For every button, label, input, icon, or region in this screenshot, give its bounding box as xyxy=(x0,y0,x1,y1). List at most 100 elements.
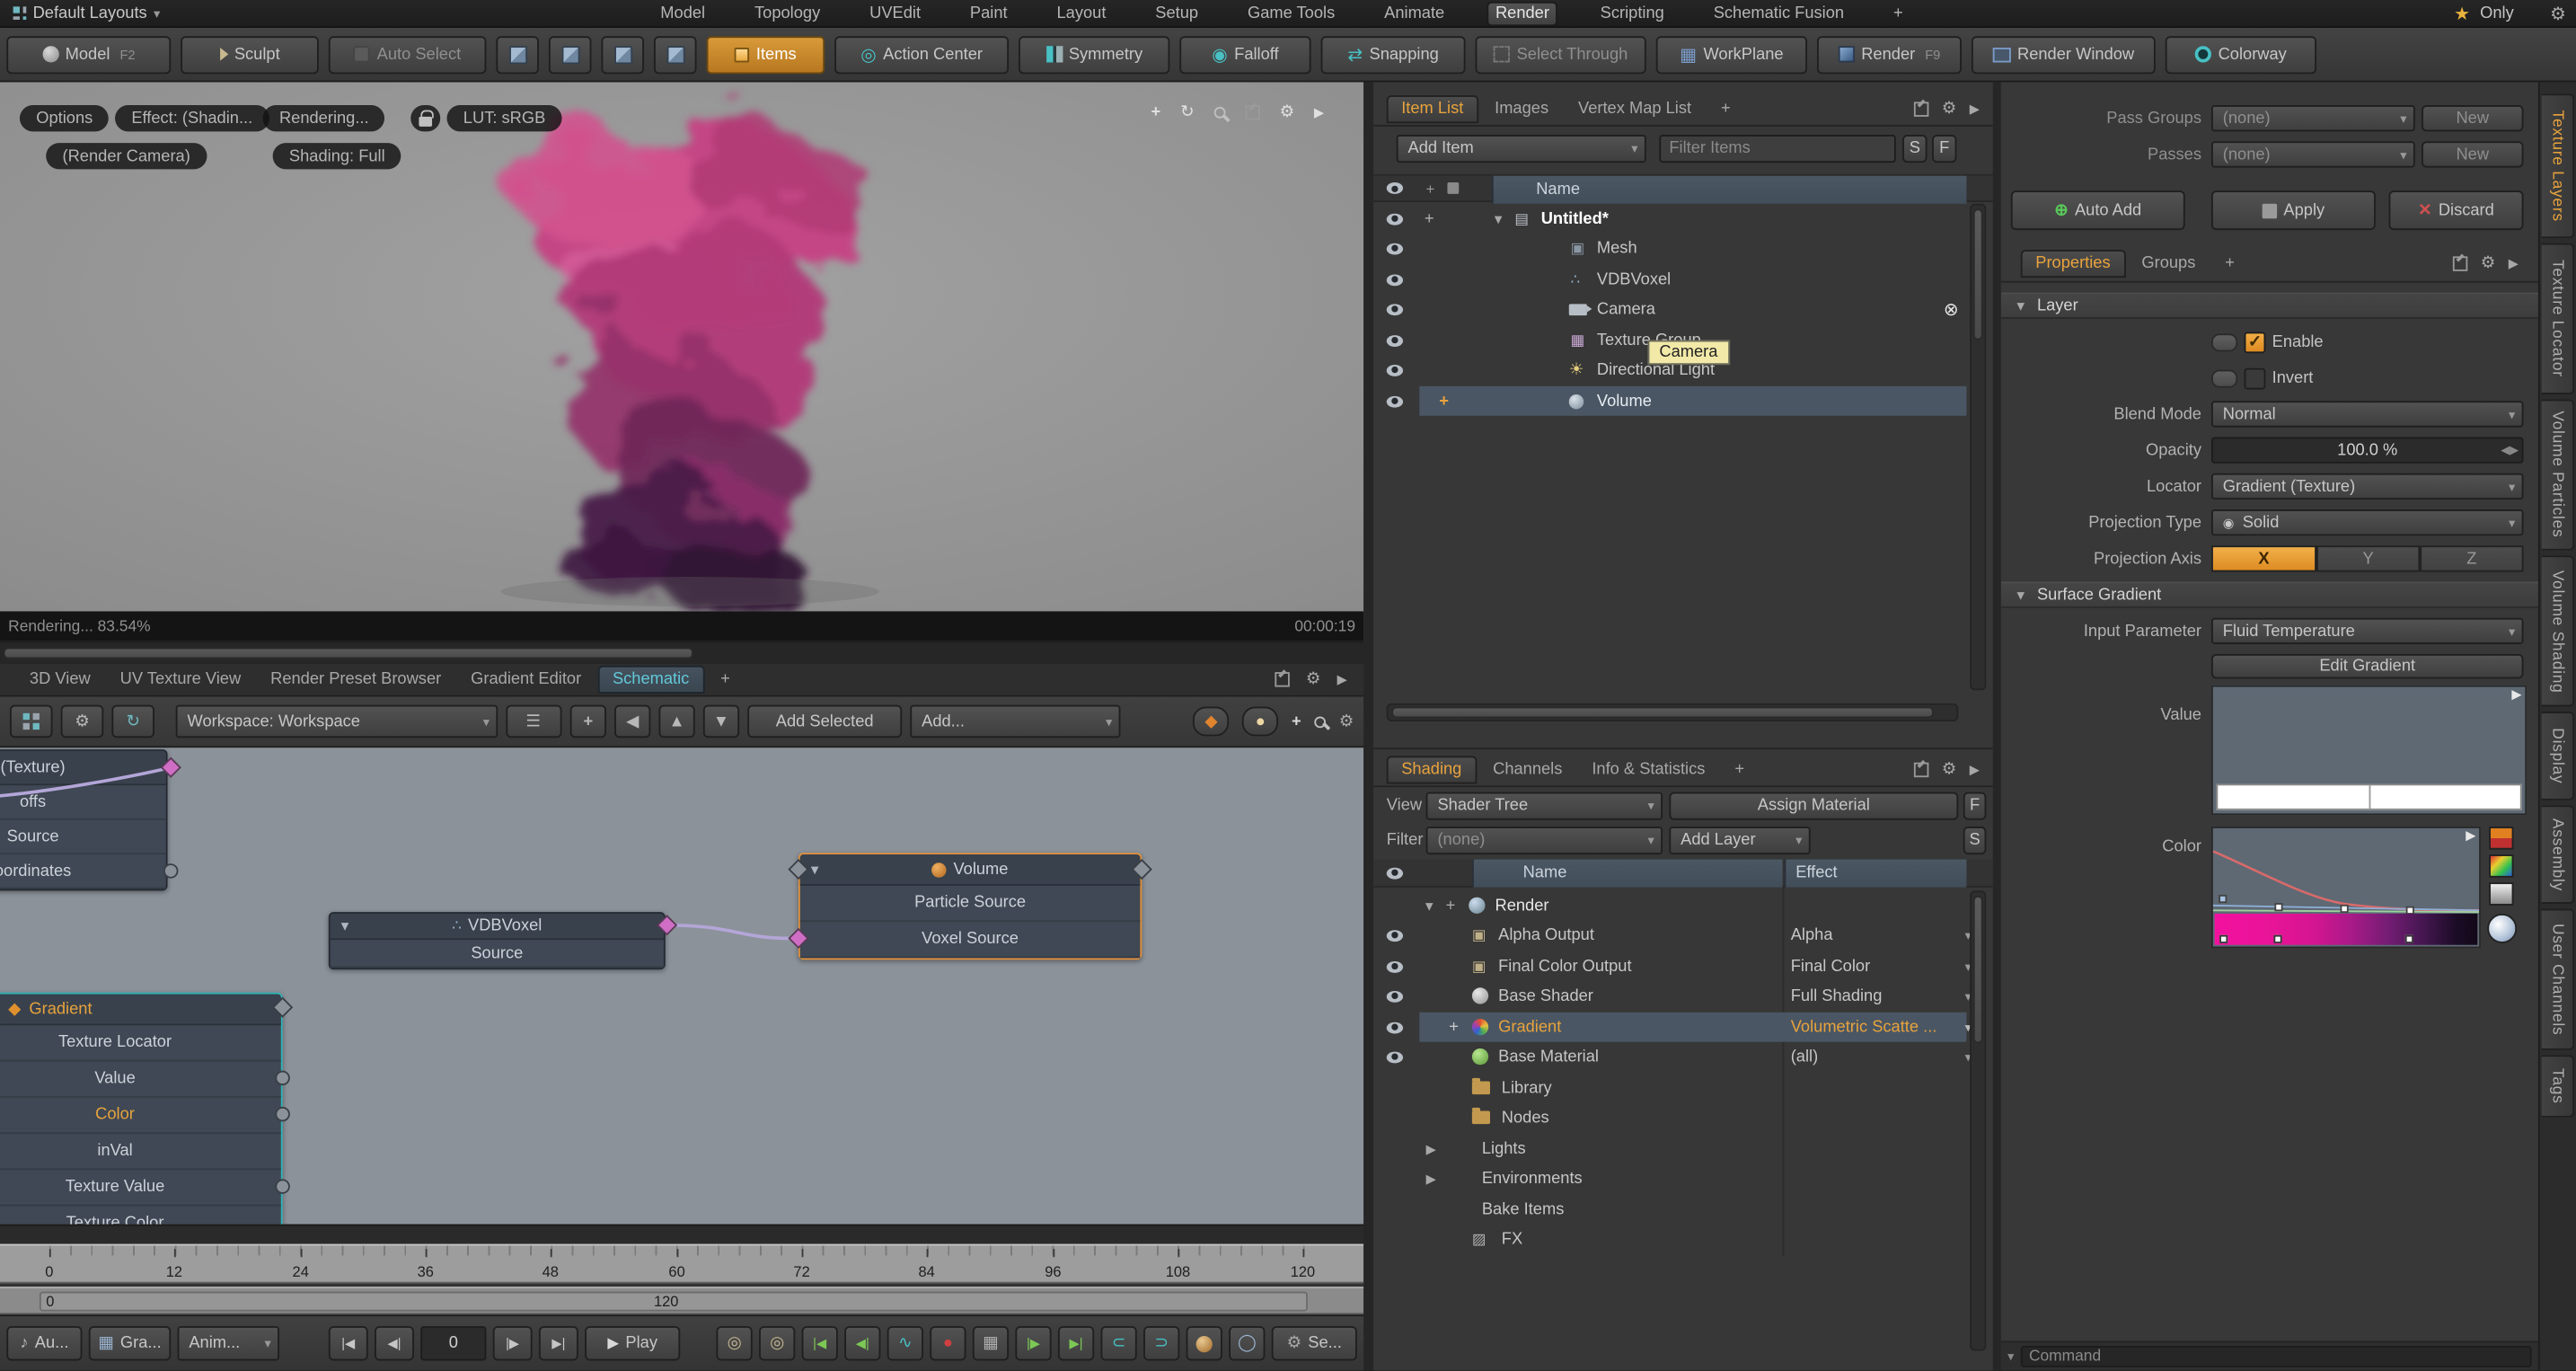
menu-tab-layout[interactable]: Layout xyxy=(1050,3,1113,24)
eye-icon[interactable] xyxy=(1387,243,1403,254)
color-swatch-spectrum[interactable] xyxy=(2489,854,2513,878)
gradient-key-marker[interactable] xyxy=(2405,935,2413,943)
color-gradient-bar[interactable] xyxy=(2215,914,2478,945)
colorway-button[interactable]: Colorway xyxy=(2166,35,2316,73)
constraint-button[interactable]: ⊃ xyxy=(1143,1326,1179,1360)
item-row-volume[interactable]: + Volume xyxy=(1373,386,1993,416)
tab-schematic[interactable]: Schematic xyxy=(597,666,703,694)
axis-x-button[interactable]: X xyxy=(2211,545,2316,571)
eye-icon[interactable] xyxy=(1387,1022,1403,1033)
divider[interactable] xyxy=(1363,82,1373,1370)
assign-material-button[interactable]: Assign Material xyxy=(1669,792,1958,820)
eye-icon[interactable] xyxy=(1387,929,1403,941)
viewport-camera-button[interactable]: (Render Camera) xyxy=(46,143,207,169)
auto-add-button[interactable]: ⊕ Auto Add xyxy=(2011,190,2185,230)
tab-item-list[interactable]: Item List xyxy=(1387,94,1478,122)
zoom-icon[interactable] xyxy=(1213,107,1225,119)
item-list-vscroll[interactable] xyxy=(1970,204,1986,690)
viewport-lut-button[interactable]: LUT: sRGB xyxy=(447,105,562,131)
record-button[interactable]: ● xyxy=(930,1326,966,1360)
color-gradient-widget[interactable]: ▶ xyxy=(2211,827,2481,948)
shader-row-final-color-output[interactable]: ▣ Final Color Output Final Color ▾ xyxy=(1373,951,1993,981)
graph-editor-button[interactable]: ▦Gra... xyxy=(89,1326,171,1360)
value-expand-icon[interactable]: ▶ xyxy=(2511,687,2521,702)
prev-key-button[interactable]: |◀ xyxy=(802,1326,838,1360)
tab-3d-view[interactable]: 3D View xyxy=(16,666,103,694)
eye-icon[interactable] xyxy=(1387,334,1403,346)
item-row-mesh[interactable]: ▣ Mesh xyxy=(1373,234,1993,263)
layer-section-header[interactable]: ▼ Layer xyxy=(2001,293,2538,319)
effect-value[interactable]: Full Shading xyxy=(1791,986,1883,1004)
opacity-field[interactable]: 100.0 % ◀▶ xyxy=(2211,438,2524,464)
passes-new-button[interactable]: New xyxy=(2422,141,2523,167)
action-center-button[interactable]: ◎ Action Center xyxy=(834,35,1009,73)
next-key-button[interactable]: |▶ xyxy=(1015,1326,1051,1360)
tab-properties[interactable]: Properties xyxy=(2021,250,2125,278)
item-list-hscroll[interactable] xyxy=(1387,703,1959,721)
surface-gradient-section-header[interactable]: ▼ Surface Gradient xyxy=(2001,582,2538,608)
mode-sculpt-button[interactable]: Sculpt xyxy=(181,35,319,73)
viewport-options-button[interactable]: Options xyxy=(20,105,110,131)
expander-icon[interactable]: ▶ xyxy=(1426,1171,1436,1185)
eye-icon[interactable] xyxy=(1387,990,1403,1002)
falloff-button[interactable]: ◉ Falloff xyxy=(1179,35,1310,73)
side-tab-tags[interactable]: Tags xyxy=(2542,1055,2575,1118)
shading-more-icon[interactable]: ▶ xyxy=(1970,762,1980,776)
shader-row-environments[interactable]: ▶ Environments xyxy=(1373,1163,1993,1193)
passes-dropdown[interactable]: (none) xyxy=(2211,141,2415,167)
tab-info-statistics[interactable]: Info & Statistics xyxy=(1579,755,1718,783)
apply-button[interactable]: Apply xyxy=(2211,190,2376,230)
value-gradient-marker[interactable] xyxy=(2369,785,2371,809)
color-swatch-gray[interactable] xyxy=(2489,882,2513,906)
goto-start-button[interactable]: |◀ xyxy=(329,1326,368,1360)
next-frame-key-button[interactable]: ▶| xyxy=(1058,1326,1094,1360)
side-tab-texture-locator[interactable]: Texture Locator xyxy=(2542,243,2575,394)
tab-channels[interactable]: Channels xyxy=(1479,755,1575,783)
step-back-button[interactable]: ◀| xyxy=(375,1326,414,1360)
pass-groups-new-button[interactable]: New xyxy=(2422,105,2523,131)
gear-icon[interactable]: ⚙ xyxy=(2550,3,2566,24)
actor-button[interactable]: ◯ xyxy=(1229,1326,1265,1360)
step-forward-button[interactable]: |▶ xyxy=(493,1326,533,1360)
shading-gear-icon[interactable]: ⚙ xyxy=(1942,760,1956,778)
filter-f-button[interactable]: F xyxy=(1932,135,1956,163)
viewport-gear-icon[interactable]: ⚙ xyxy=(1280,103,1294,121)
menu-tab-scripting[interactable]: Scripting xyxy=(1593,3,1671,24)
item-list-expand-icon[interactable] xyxy=(1914,101,1928,115)
layouts-dropdown[interactable]: Default Layouts ▾ xyxy=(0,0,173,26)
name-column-header[interactable]: Name xyxy=(1492,176,1967,204)
divider[interactable] xyxy=(1993,82,2001,1370)
name-column-header[interactable]: Name xyxy=(1472,860,1783,888)
item-row-vdbvoxel[interactable]: ∴ VDBVoxel xyxy=(1373,264,1993,294)
menu-tab-animate[interactable]: Animate xyxy=(1378,3,1451,24)
arrow-up-button[interactable]: ▲ xyxy=(658,705,694,739)
properties-more-icon[interactable]: ▶ xyxy=(2509,256,2519,270)
schematic-canvas[interactable]: (Texture) offs Source oordinates ▼ ∴ VDB… xyxy=(0,747,1363,1224)
select-vertex-button[interactable] xyxy=(496,35,539,73)
timeline-ruler[interactable]: 0 12 24 36 48 60 72 84 96 108 120 xyxy=(0,1244,1363,1284)
schematic-overlay-button[interactable] xyxy=(10,705,53,739)
menu-tab-game-tools[interactable]: Game Tools xyxy=(1241,3,1342,24)
sphere-tool-button[interactable] xyxy=(1187,1326,1222,1360)
menu-tab-uvedit[interactable]: UVEdit xyxy=(863,3,928,24)
select-polygon-button[interactable] xyxy=(601,35,644,73)
channel-haul-button[interactable]: ∿ xyxy=(887,1326,923,1360)
viewport-rendering-button[interactable]: Rendering... xyxy=(263,105,385,131)
menu-tab-setup[interactable]: Setup xyxy=(1149,3,1204,24)
shading-f-button[interactable]: F xyxy=(1963,792,1987,820)
gradient-key-marker[interactable] xyxy=(2219,935,2228,943)
gradient-key-marker[interactable] xyxy=(2273,935,2281,943)
shader-tree-dropdown[interactable]: Shader Tree xyxy=(1426,792,1663,820)
viewport-lock-button[interactable] xyxy=(410,105,440,131)
effect-value[interactable]: Final Color xyxy=(1791,957,1870,975)
schematic-refresh-button[interactable]: ↻ xyxy=(111,705,154,739)
workplane-button[interactable]: ▦ WorkPlane xyxy=(1656,35,1807,73)
add-layer-dropdown[interactable]: Add Layer xyxy=(1669,827,1810,854)
key-mode-button[interactable]: ◎ xyxy=(759,1326,795,1360)
eye-icon[interactable] xyxy=(1387,274,1403,286)
collapse-icon[interactable]: ▼ xyxy=(808,862,821,876)
value-gradient-widget[interactable]: ▶ xyxy=(2211,686,2527,815)
shader-row-nodes[interactable]: Nodes xyxy=(1373,1102,1993,1132)
viewport-shading-button[interactable]: Shading: Full xyxy=(273,143,401,169)
tab-vertex-map-list[interactable]: Vertex Map List xyxy=(1565,94,1704,122)
